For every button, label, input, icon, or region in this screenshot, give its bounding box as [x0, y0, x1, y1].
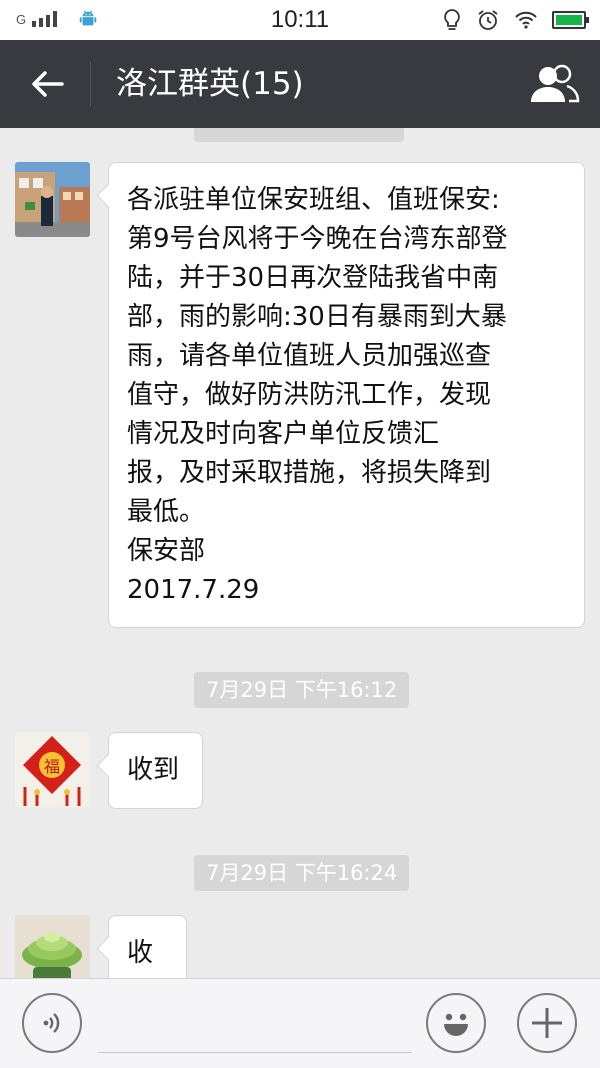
message-text: 报，及时采取措施，将损失降到: [127, 458, 492, 488]
message-text: 陆，并于30日再次登陆我省中南: [127, 263, 499, 293]
chat-area[interactable]: 各派驻单位保安班组、值班保安: 第9号台风将于今晚在台湾东部登 陆，并于30日再…: [0, 128, 600, 978]
alarm-icon: [478, 10, 498, 30]
members-button[interactable]: [526, 60, 582, 108]
message-bubble[interactable]: 收: [108, 915, 187, 978]
message-text: 最低。: [127, 497, 206, 527]
message-input[interactable]: [98, 1001, 412, 1053]
arrow-left-icon: [32, 71, 64, 97]
wifi-icon: [515, 11, 537, 29]
voice-button[interactable]: [22, 993, 82, 1053]
timestamp: 7月29日 下午16:24: [194, 855, 410, 891]
message-text: 部，雨的影响:30日有暴雨到大暴: [127, 302, 507, 332]
message-bubble[interactable]: 各派驻单位保安班组、值班保安: 第9号台风将于今晚在台湾东部登 陆，并于30日再…: [108, 162, 585, 628]
avatar[interactable]: 福: [15, 732, 90, 807]
message-text: 收: [127, 938, 154, 968]
status-right: [442, 8, 589, 32]
plus-button[interactable]: [517, 993, 577, 1053]
title-divider: [90, 62, 91, 106]
message-text: 值守，做好防洪防汛工作，发现: [127, 380, 492, 410]
message-text: 各派驻单位保安班组、值班保安:: [127, 185, 500, 215]
avatar-street-icon: [15, 162, 90, 237]
group-icon: [531, 64, 580, 103]
timestamp-partial: [194, 128, 404, 142]
message-text: 收到: [127, 755, 180, 785]
chat-title: 洛江群英(15): [116, 66, 304, 102]
message-text: 保安部: [127, 536, 206, 566]
message-text: 雨，请各单位值班人员加强巡查: [127, 341, 492, 371]
bulb-icon: [444, 9, 460, 30]
plus-icon: [532, 1008, 562, 1038]
timestamp: 7月29日 下午16:12: [194, 672, 410, 708]
avatar[interactable]: [15, 162, 90, 237]
back-button[interactable]: [22, 60, 72, 108]
input-bar: [0, 978, 600, 1068]
smiley-icon: [444, 1013, 468, 1036]
message-text: 情况及时向客户单位反馈汇: [127, 419, 440, 449]
emoji-button[interactable]: [426, 993, 486, 1053]
svg-text:福: 福: [44, 757, 60, 776]
avatar[interactable]: [15, 915, 90, 978]
status-bar: G 10:11: [0, 0, 600, 40]
voice-icon: [43, 1013, 60, 1033]
message-bubble[interactable]: 收到: [108, 732, 203, 809]
battery-icon: [552, 11, 589, 29]
title-bar: 洛江群英(15): [0, 40, 600, 128]
message-text: 第9号台风将于今晚在台湾东部登: [127, 224, 508, 254]
avatar-knot-icon: 福: [15, 732, 90, 807]
avatar-plant-icon: [15, 915, 90, 978]
message-text: 2017.7.29: [127, 575, 260, 605]
